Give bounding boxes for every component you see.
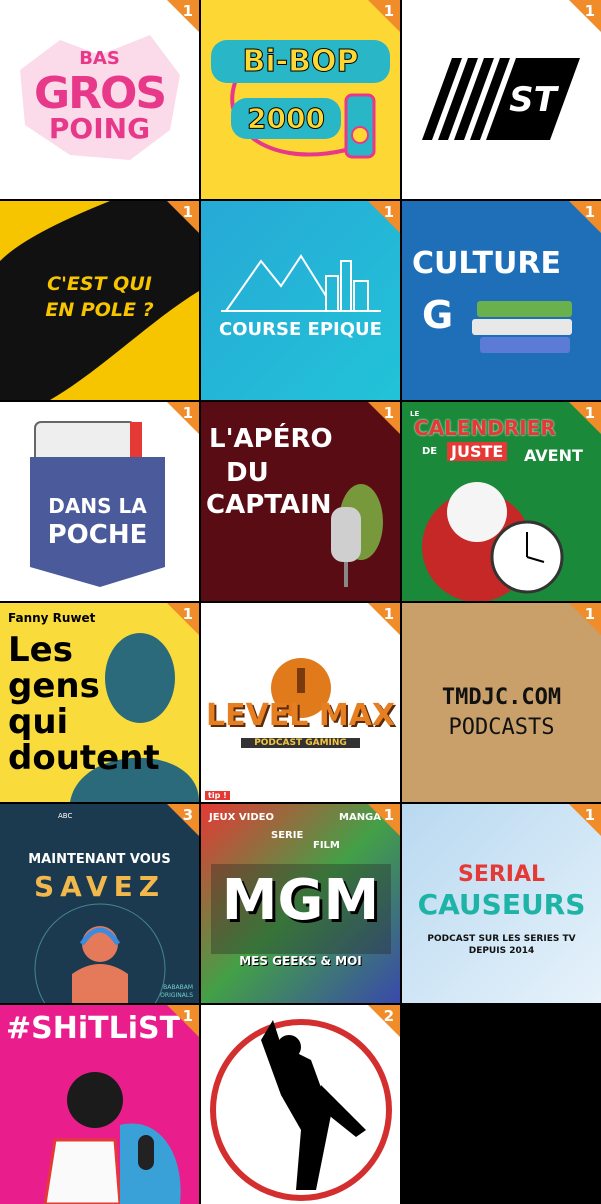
podcast-tile-culture-g[interactable]: 1 CULTURE G xyxy=(402,201,601,400)
episode-count-badge: 1 xyxy=(584,605,595,623)
episode-count-badge: 1 xyxy=(182,605,193,623)
podcast-tile-serial-causeurs[interactable]: 1 SERIAL CAUSEURS PODCAST SUR LES SERIES… xyxy=(402,804,601,1003)
title-line: G xyxy=(422,293,454,337)
title-line: gens xyxy=(8,666,100,706)
tag: ABC xyxy=(58,812,73,820)
episode-count-badge: 3 xyxy=(182,806,193,824)
podcast-tile-apero-du-captain[interactable]: 1 L'APÉRO DU CAPTAIN xyxy=(201,402,400,601)
episode-count-badge: 1 xyxy=(182,1007,193,1025)
tag: FILM xyxy=(313,840,340,851)
publisher: ORIGINALS xyxy=(160,992,193,999)
title-line: POCHE xyxy=(47,520,148,550)
episode-count-badge: 1 xyxy=(584,2,595,20)
title-line: AVENT xyxy=(524,446,583,465)
podcast-tile-st[interactable]: 1 ST xyxy=(402,0,601,199)
title-line: CULTURE xyxy=(412,246,561,281)
podcast-tile-course-epique[interactable]: 1 COURSE EPIQUE xyxy=(201,201,400,400)
episode-count-badge: 1 xyxy=(584,203,595,221)
podcast-tile-calendrier-juste-avent[interactable]: 1 LE CALENDRIER DE JUSTE AVENT xyxy=(402,402,601,601)
title-line: JUSTE xyxy=(447,442,508,461)
podcast-tile-les-gens-qui-doutent[interactable]: 1 Fanny Ruwet Les gens qui doutent xyxy=(0,603,199,802)
episode-count-badge: 1 xyxy=(383,2,394,20)
podcast-tile-bas-gros-poing[interactable]: 1 BAS GROS POING xyxy=(0,0,199,199)
subtitle: PODCAST SUR LES SERIES TV xyxy=(427,934,576,944)
title-line: 2000 xyxy=(231,98,341,139)
episode-count-badge: 1 xyxy=(383,404,394,422)
title-line: C'EST QUI xyxy=(47,273,152,295)
tag: JEUX VIDEO xyxy=(209,812,274,823)
episode-count-badge: 1 xyxy=(584,404,595,422)
episode-count-badge: 1 xyxy=(182,404,193,422)
title-line: #SHiTLiST xyxy=(6,1011,181,1046)
title-line: SERIAL xyxy=(457,862,546,887)
title-line: DE xyxy=(422,446,438,457)
podcast-tile-level-max[interactable]: 1 LEVEL MAX PODCAST GAMING tip ! xyxy=(201,603,400,802)
podcast-grid: 1 BAS GROS POING 1 Bi-BOP 2000 1 ST 1 C'… xyxy=(0,0,601,1204)
title-line: qui xyxy=(8,702,69,742)
subtitle: MES GEEKS & MOI xyxy=(239,954,362,968)
title-line: DANS LA xyxy=(48,494,147,518)
episode-count-badge: 1 xyxy=(182,203,193,221)
title-line: EN POLE ? xyxy=(45,299,154,321)
subtitle: PODCAST GAMING xyxy=(241,738,360,748)
title-line: CAPTAIN xyxy=(206,490,332,520)
title-line: SAVEZ xyxy=(33,870,166,903)
title-line: CALENDRIER xyxy=(414,416,556,440)
episode-count-badge: 2 xyxy=(383,1007,394,1025)
title-line: ST xyxy=(509,80,557,120)
podcast-tile-bi-bop-2000[interactable]: 1 Bi-BOP 2000 xyxy=(201,0,400,199)
podcast-tile-silhouette[interactable]: 2 xyxy=(201,1005,400,1204)
tag: SERIE xyxy=(271,830,304,841)
title-line: CAUSEURS xyxy=(417,888,586,921)
title-line: PODCASTS xyxy=(448,715,555,740)
podcast-tile-maintenant-vous-savez[interactable]: 3 ABC MAINTENANT VOUS SAVEZ BABABAM ORIG… xyxy=(0,804,199,1003)
publisher: BABABAM xyxy=(163,984,193,991)
title-line: POING xyxy=(48,112,151,145)
author-name: Fanny Ruwet xyxy=(8,611,96,625)
title-line: COURSE EPIQUE xyxy=(219,319,382,340)
title-line: MGM xyxy=(221,868,380,933)
tip-link[interactable]: tip ! xyxy=(205,791,230,800)
title-line: MAINTENANT VOUS xyxy=(28,852,171,867)
title-line: BAS xyxy=(79,48,120,69)
episode-count-badge: 1 xyxy=(383,806,394,824)
podcast-tile-cest-qui-en-pole[interactable]: 1 C'EST QUI EN POLE ? xyxy=(0,201,199,400)
title-line: TMDJC.COM xyxy=(441,685,562,710)
episode-count-badge: 1 xyxy=(584,806,595,824)
title-line: L'APÉRO xyxy=(209,424,333,454)
title-line: Les xyxy=(8,630,73,670)
podcast-tile-mgm[interactable]: 1 JEUX VIDEO MANGA SERIE FILM MGM MES GE… xyxy=(201,804,400,1003)
episode-count-badge: 1 xyxy=(383,605,394,623)
title-line: LEVEL MAX xyxy=(205,698,396,733)
title-line: doutent xyxy=(8,738,160,778)
episode-count-badge: 1 xyxy=(383,203,394,221)
podcast-tile-tmdjc[interactable]: 1 TMDJC.COM PODCASTS xyxy=(402,603,601,802)
subtitle: DEPUIS 2014 xyxy=(468,946,535,956)
title-line: DU xyxy=(226,458,269,488)
title-line: Bi-BOP xyxy=(211,40,390,83)
podcast-tile-dans-la-poche[interactable]: 1 DANS LA POCHE xyxy=(0,402,199,601)
podcast-tile-shitlist[interactable]: 1 #SHiTLiST xyxy=(0,1005,199,1204)
episode-count-badge: 1 xyxy=(182,2,193,20)
